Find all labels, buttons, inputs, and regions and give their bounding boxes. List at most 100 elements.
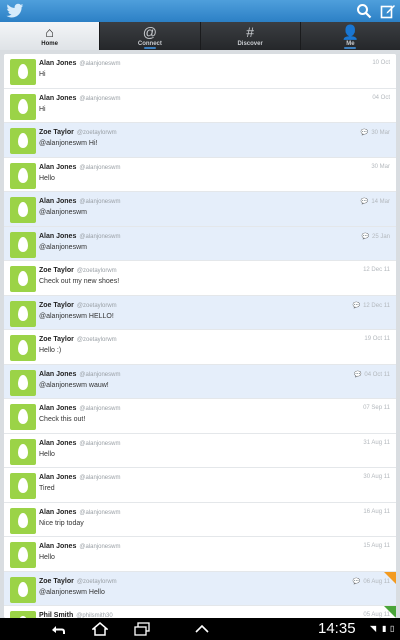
tweet-row[interactable]: Alan Jones @alanjoneswm Hi 10 Oct	[4, 54, 396, 89]
tweet-author: Alan Jones @alanjoneswm	[39, 371, 120, 378]
avatar[interactable]	[10, 231, 36, 258]
tweet-author: Zoe Taylor @zoetaylorwm	[39, 302, 117, 309]
author-name: Alan Jones	[39, 163, 77, 171]
avatar[interactable]	[10, 611, 36, 618]
tweet-row[interactable]: Zoe Taylor @zoetaylorwm @alanjoneswm HELLO…	[4, 295, 396, 330]
tweet-timestamp: 16 Aug 11	[363, 508, 390, 515]
author-name: Alan Jones	[39, 543, 77, 550]
author-handle: @alanjoneswm	[79, 95, 121, 102]
default-egg-icon	[18, 581, 28, 597]
tweet-text: @alanjoneswm	[39, 243, 87, 251]
author-name: Alan Jones	[39, 60, 77, 67]
author-name: Zoe Taylor	[39, 267, 74, 274]
avatar[interactable]	[10, 507, 36, 534]
tab-me[interactable]: 👤 Me	[301, 22, 400, 50]
avatar[interactable]	[10, 197, 36, 223]
home-button-icon[interactable]	[92, 622, 108, 636]
tweet-row[interactable]: Zoe Taylor @zoetaylorwm Check out my new s…	[4, 261, 396, 296]
tweet-text: Check out my new shoes!	[39, 278, 120, 285]
tweet-time-group: 💬 12 Dec 11	[353, 302, 390, 309]
tweet-timestamp: 30 Aug 11	[363, 474, 390, 480]
tweet-row[interactable]: Alan Jones @alanjoneswm Nice trip today 16 …	[4, 502, 396, 537]
tweet-row[interactable]: Alan Jones @alanjoneswm Hello 15 Aug 11	[4, 537, 396, 572]
avatar[interactable]	[10, 59, 36, 85]
default-egg-icon	[18, 305, 28, 321]
tweet-row[interactable]: Alan Jones @alanjoneswm @alanjoneswm wauw!…	[4, 364, 396, 399]
tweet-author: Alan Jones @alanjoneswm	[39, 543, 120, 550]
avatar[interactable]	[10, 93, 36, 120]
author-name: Zoe Taylor	[39, 129, 74, 136]
compose-icon[interactable]	[380, 3, 396, 19]
timeline-list[interactable]: Alan Jones @alanjoneswm Hi 10 Oct Alan Jones…	[4, 54, 396, 618]
tweet-row[interactable]: Zoe Taylor @zoetaylorwm @alanjoneswm Hello…	[4, 571, 396, 606]
tweet-time-group: 💬 25 Jan	[362, 233, 391, 240]
tweet-row[interactable]: Alan Jones @alanjoneswm Check this out! 07 …	[4, 399, 396, 434]
tweet-time-group: 💬 14 Mar	[361, 198, 390, 205]
author-handle: @alanjoneswm	[79, 164, 121, 171]
tweet-row[interactable]: Zoe Taylor @zoetaylorwm Hello :) 19 Oct 11	[4, 330, 396, 365]
tweet-row[interactable]: Alan Jones @alanjoneswm @alanjoneswm 💬 25 Ja…	[4, 226, 396, 261]
tweet-time-group: 30 Mar	[371, 164, 390, 170]
tweet-row[interactable]: Alan Jones @alanjoneswm Hi 04 Oct	[4, 88, 396, 123]
tweet-text: @alanjoneswm HELLO!	[39, 312, 114, 320]
author-name: Alan Jones	[39, 405, 77, 412]
tab-label: Discover	[237, 41, 263, 47]
avatar[interactable]	[10, 128, 36, 154]
tweet-row[interactable]: Phil Smith @philsmith30 05 Aug 11	[4, 606, 396, 618]
tweet-author: Zoe Taylor @zoetaylorwm	[39, 578, 117, 585]
tweet-text: Tired	[39, 485, 55, 492]
avatar[interactable]	[10, 473, 36, 499]
avatar[interactable]	[10, 404, 36, 430]
tweet-text: Hello	[39, 174, 55, 182]
tweet-time-group: 15 Aug 11	[363, 543, 390, 549]
tweet-row[interactable]: Alan Jones @alanjoneswm Tired 30 Aug 11	[4, 468, 396, 503]
clock: 14:35	[318, 620, 356, 637]
default-egg-icon	[18, 64, 28, 79]
tab-bar: ⌂ Home @ Connect # Discover 👤 Me	[0, 22, 400, 50]
tab-label: Home	[41, 41, 58, 47]
tweet-author: Alan Jones @alanjoneswm	[39, 233, 120, 240]
avatar[interactable]	[10, 335, 36, 361]
recent-apps-icon[interactable]	[134, 622, 150, 636]
tweet-timestamp: 04 Oct	[372, 94, 390, 101]
tweet-text: @alanjoneswm Hi!	[39, 140, 98, 147]
author-name: Alan Jones	[39, 198, 77, 205]
tweet-time-group: 16 Aug 11	[363, 509, 390, 515]
author-handle: @zoetaylorwm	[76, 130, 117, 136]
avatar[interactable]	[10, 542, 36, 568]
tweet-row[interactable]: Alan Jones @alanjoneswm Hello 30 Mar	[4, 157, 396, 192]
tweet-row[interactable]: Zoe Taylor @zoetaylorwm @alanjoneswm Hi! 💬 3…	[4, 123, 396, 158]
back-icon[interactable]	[50, 622, 66, 636]
tweet-text: Hello :)	[39, 347, 62, 354]
tweet-timestamp: 30 Mar	[371, 130, 390, 136]
avatar[interactable]	[10, 162, 36, 189]
tweet-timestamp: 31 Aug 11	[363, 439, 390, 446]
search-icon[interactable]	[356, 3, 372, 19]
signal-icon: ▮	[382, 624, 387, 633]
battery-icon: ▯	[390, 624, 395, 633]
avatar[interactable]	[10, 300, 36, 327]
tweet-timestamp: 30 Mar	[371, 163, 390, 170]
tweet-text: Check this out!	[39, 416, 86, 423]
tweet-author: Alan Jones @alanjoneswm	[39, 405, 120, 412]
tab-home[interactable]: ⌂ Home	[0, 22, 101, 50]
tweet-row[interactable]: Alan Jones @alanjoneswm @alanjoneswm 💬 14 Ma…	[4, 192, 396, 227]
tweet-author: Alan Jones @alanjoneswm	[39, 164, 120, 171]
tweet-time-group: 30 Aug 11	[363, 474, 390, 480]
default-egg-icon	[18, 133, 28, 148]
avatar[interactable]	[10, 369, 36, 396]
author-handle: @alanjoneswm	[79, 61, 121, 67]
author-handle: @alanjoneswm	[79, 233, 121, 240]
twitter-bird-icon[interactable]	[6, 3, 24, 19]
author-handle: @alanjoneswm	[79, 509, 121, 516]
home-icon: ⌂	[45, 24, 54, 40]
menu-up-icon[interactable]	[194, 622, 210, 636]
tweet-row[interactable]: Alan Jones @alanjoneswm Hello 31 Aug 11	[4, 433, 396, 468]
tab-discover[interactable]: # Discover	[201, 22, 301, 50]
avatar[interactable]	[10, 576, 36, 603]
retweet-corner-icon	[384, 606, 396, 618]
tweet-time-group: 10 Oct	[372, 60, 390, 66]
avatar[interactable]	[10, 266, 36, 292]
tab-connect[interactable]: @ Connect	[100, 22, 201, 50]
avatar[interactable]	[10, 438, 36, 465]
